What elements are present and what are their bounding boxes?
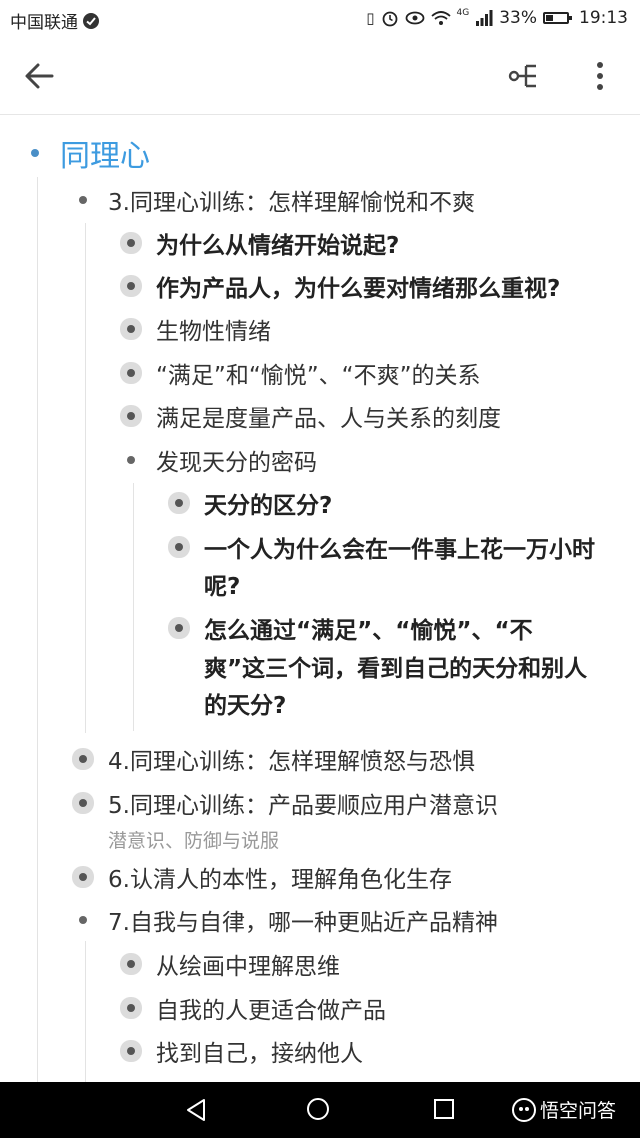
outline-node[interactable]: 生物性情绪 [127,312,271,346]
brand-logo-icon [512,1097,536,1122]
bullet-icon [127,456,135,464]
outline-node-continuation: 的天分? [204,686,286,720]
outline-node-chapter4[interactable]: 4.同理心训练：怎样理解愤怒与恐惧 [79,742,475,776]
bullet-icon [31,149,39,157]
collapsed-bullet-icon[interactable] [127,412,135,420]
outline-node-chapter5[interactable]: 5.同理心训练：产品要顺应用户潜意识 [79,786,498,820]
outline-node-label: 自我的人更适合做产品 [156,998,386,1024]
outline-node-label: 作为产品人，为什么要对情绪那么重视? [156,276,561,302]
status-bar: 中国联通 ▯ 4G 33% 19:13 [0,0,640,38]
bullet-icon [79,196,87,204]
outline-node-label: 为什么从情绪开始说起? [156,233,400,259]
outline-content: 同理心 3.同理心训练：怎样理解愉悦和不爽 为什么从情绪开始说起? 作为产品人，… [0,115,640,1082]
outline-node[interactable]: 一个人为什么会在一件事上花一万小时 [175,530,595,564]
vibrate-icon: ▯ [366,9,375,27]
collapsed-bullet-icon[interactable] [79,799,87,807]
signal-icon [476,10,493,26]
collapsed-bullet-icon[interactable] [175,499,183,507]
collapsed-bullet-icon[interactable] [127,960,135,968]
outline-node-label: 6.认清人的本性，理解角色化生存 [108,867,452,893]
outline-node[interactable]: 天分的区分? [175,486,332,520]
collapsed-bullet-icon[interactable] [127,239,135,247]
carrier-name: 中国联通 [10,13,78,33]
collapsed-bullet-icon[interactable] [127,325,135,333]
outline-node-label: 生物性情绪 [156,319,271,345]
guide-line [133,483,134,731]
outline-node[interactable]: 自我的人更适合做产品 [127,991,386,1025]
battery-percent: 33% [499,8,537,28]
outline-node-label: 天分的区分? [204,493,333,519]
collapsed-bullet-icon[interactable] [127,1047,135,1055]
collapsed-bullet-icon[interactable] [127,1004,135,1012]
outline-node-label: 7.自我与自律，哪一种更贴近产品精神 [108,910,498,936]
outline-node[interactable]: 作为产品人，为什么要对情绪那么重视? [127,269,560,303]
outline-node-continuation: 呢? [204,567,240,601]
outline-node-note: 潜意识、防御与说服 [108,825,279,853]
outline-node-label: 的天分? [204,693,287,719]
collapsed-bullet-icon[interactable] [175,543,183,551]
collapsed-bullet-icon[interactable] [127,282,135,290]
outline-node-label: 怎么通过“满足”、“愉悦”、“不 [204,618,533,644]
outline-node[interactable]: “满足”和“愉悦”、“不爽”的关系 [127,356,481,390]
outline-node-label: 从绘画中理解思维 [156,954,340,980]
bullet-icon [79,916,87,924]
mindmap-icon[interactable] [508,58,544,94]
nav-recents-icon[interactable] [434,1099,454,1119]
wifi-icon [430,11,451,25]
arrow-left-icon[interactable] [22,56,58,96]
nav-home-icon[interactable] [307,1098,329,1120]
guide-line [85,223,86,733]
clock: 19:13 [579,8,628,28]
brand-watermark: 悟空问答 [512,1096,616,1123]
outline-node-label: 5.同理心训练：产品要顺应用户潜意识 [108,793,498,819]
more-vertical-icon[interactable] [586,58,614,94]
alarm-icon [382,11,397,27]
outline-node[interactable]: 发现天分的密码 [127,443,317,477]
outline-node-label: 4.同理心训练：怎样理解愤怒与恐惧 [108,749,475,775]
outline-node[interactable]: 为什么从情绪开始说起? [127,226,399,260]
outline-node-label: “满足”和“愉悦”、“不爽”的关系 [156,363,481,389]
guide-line [37,177,38,1082]
outline-node-label: 呢? [204,574,241,600]
brand-text: 悟空问答 [540,1100,617,1122]
outline-node-label: 一个人为什么会在一件事上花一万小时 [204,537,595,563]
collapsed-bullet-icon[interactable] [79,873,87,881]
outline-root-node[interactable]: 同理心 [31,133,150,174]
outline-node-continuation: 爽”这三个词，看到自己的天分和别人 [204,649,587,683]
verified-icon [83,12,99,29]
outline-node-label: 爽”这三个词，看到自己的天分和别人 [204,656,588,682]
app-bar [0,38,640,115]
network-type: 4G [456,8,470,18]
outline-node-chapter3[interactable]: 3.同理心训练：怎样理解愉悦和不爽 [79,183,475,217]
collapsed-bullet-icon[interactable] [79,755,87,763]
outline-node-label: 发现天分的密码 [156,450,317,476]
outline-node-chapter6[interactable]: 6.认清人的本性，理解角色化生存 [79,860,452,894]
outline-node[interactable]: 找到自己，接纳他人 [127,1034,363,1068]
outline-node[interactable]: 从绘画中理解思维 [127,947,340,981]
outline-root-title: 同理心 [60,139,150,174]
nav-back-icon[interactable] [185,1098,207,1122]
outline-node-chapter7[interactable]: 7.自我与自律，哪一种更贴近产品精神 [79,903,498,937]
battery-icon [543,12,572,24]
eye-icon [405,11,424,25]
outline-node-label: 满足是度量产品、人与关系的刻度 [156,406,501,432]
system-nav-bar: 悟空问答 [0,1082,640,1138]
note-text: 潜意识、防御与说服 [108,829,280,852]
collapsed-bullet-icon[interactable] [127,369,135,377]
outline-node-label: 3.同理心训练：怎样理解愉悦和不爽 [108,190,475,216]
outline-node[interactable]: 怎么通过“满足”、“愉悦”、“不 [175,611,533,645]
collapsed-bullet-icon[interactable] [175,624,183,632]
outline-node-label: 找到自己，接纳他人 [156,1041,363,1067]
guide-line [85,941,86,1082]
outline-node[interactable]: 满足是度量产品、人与关系的刻度 [127,399,501,433]
